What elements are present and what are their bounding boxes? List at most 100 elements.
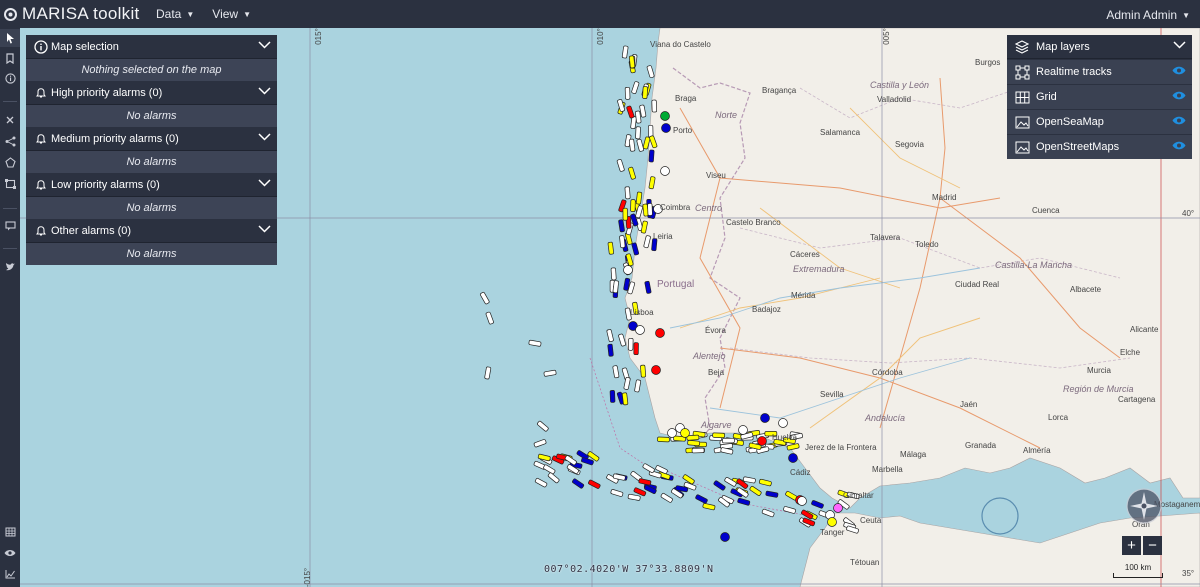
- vessel-marker-stationary[interactable]: [667, 428, 677, 438]
- eye-icon[interactable]: [1172, 91, 1186, 103]
- pointer-icon[interactable]: [0, 29, 20, 47]
- vessel-marker[interactable]: [631, 242, 640, 256]
- high-priority-alarms-header[interactable]: High priority alarms (0): [26, 81, 277, 105]
- share-icon[interactable]: [0, 132, 20, 150]
- vessel-marker[interactable]: [636, 138, 644, 152]
- vessel-marker[interactable]: [646, 65, 655, 78]
- vessel-marker[interactable]: [642, 86, 648, 99]
- vessel-marker[interactable]: [618, 219, 625, 233]
- polygon-icon[interactable]: [0, 153, 20, 171]
- vessel-marker[interactable]: [657, 436, 670, 443]
- vessel-marker-stationary[interactable]: [660, 111, 670, 121]
- chevron-down-icon[interactable]: [258, 224, 271, 236]
- close-icon[interactable]: [0, 111, 20, 129]
- chevron-down-icon[interactable]: [258, 86, 271, 98]
- bookmark-icon[interactable]: [0, 49, 20, 67]
- eye-icon[interactable]: [1172, 141, 1186, 153]
- chat-icon[interactable]: [0, 217, 20, 235]
- vessel-marker-stationary[interactable]: [757, 436, 767, 446]
- vessel-marker-stationary[interactable]: [655, 328, 665, 338]
- vessel-marker[interactable]: [786, 443, 800, 451]
- vessel-marker-stationary[interactable]: [661, 123, 671, 133]
- vessel-marker[interactable]: [783, 506, 796, 514]
- chart-icon[interactable]: [0, 565, 20, 583]
- vessel-marker-stationary[interactable]: [680, 428, 690, 438]
- vessel-marker[interactable]: [528, 339, 542, 347]
- vessel-marker-stationary[interactable]: [797, 496, 807, 506]
- vessel-marker[interactable]: [610, 489, 624, 497]
- vessel-marker[interactable]: [543, 369, 557, 377]
- info-icon[interactable]: [0, 69, 20, 87]
- vessel-marker[interactable]: [749, 485, 762, 496]
- vessel-marker[interactable]: [633, 342, 639, 356]
- vessel-marker[interactable]: [537, 420, 549, 432]
- vessel-marker[interactable]: [543, 464, 556, 475]
- vessel-marker[interactable]: [606, 329, 614, 342]
- vessel-marker[interactable]: [618, 333, 626, 347]
- vessel-marker[interactable]: [640, 220, 648, 234]
- eye-icon[interactable]: [1172, 66, 1186, 78]
- vessel-marker[interactable]: [616, 159, 625, 172]
- chevron-down-icon[interactable]: [258, 178, 271, 190]
- vessel-marker[interactable]: [484, 366, 492, 380]
- vessel-marker[interactable]: [619, 235, 626, 249]
- vessel-marker[interactable]: [630, 199, 636, 212]
- vessel-marker[interactable]: [635, 191, 643, 205]
- vessel-marker[interactable]: [695, 494, 708, 504]
- vessel-marker-stationary[interactable]: [635, 325, 645, 335]
- vessel-marker[interactable]: [758, 478, 772, 487]
- vessel-marker[interactable]: [622, 207, 628, 221]
- vessel-marker[interactable]: [643, 235, 651, 249]
- vessel-marker[interactable]: [720, 447, 734, 455]
- vessel-marker[interactable]: [534, 477, 548, 488]
- vessel-marker-stationary[interactable]: [738, 425, 748, 435]
- vessel-marker[interactable]: [640, 364, 647, 378]
- vessel-marker[interactable]: [607, 241, 614, 255]
- chevron-down-icon[interactable]: [258, 132, 271, 144]
- user-menu[interactable]: Admin Admin ▼: [1106, 8, 1190, 22]
- vessel-marker[interactable]: [628, 55, 636, 69]
- vessel-marker-stationary[interactable]: [788, 453, 798, 463]
- vessel-marker[interactable]: [713, 480, 726, 491]
- vessel-marker[interactable]: [624, 86, 631, 100]
- map-selection-header[interactable]: Map selection: [26, 35, 277, 59]
- menu-data[interactable]: Data ▼: [156, 7, 194, 21]
- eye-icon[interactable]: [0, 544, 20, 562]
- vessel-marker[interactable]: [628, 138, 636, 152]
- vessel-marker[interactable]: [647, 203, 653, 216]
- vessel-marker[interactable]: [712, 432, 726, 439]
- vessel-marker[interactable]: [742, 476, 756, 484]
- vessel-marker[interactable]: [624, 186, 631, 200]
- table-icon[interactable]: [0, 523, 20, 541]
- vessel-marker-stationary[interactable]: [827, 517, 837, 527]
- vessel-marker-stationary[interactable]: [651, 365, 661, 375]
- vessel-marker[interactable]: [485, 311, 494, 325]
- vessel-marker[interactable]: [588, 479, 601, 489]
- vessel-marker[interactable]: [642, 463, 655, 473]
- vessel-marker[interactable]: [612, 365, 620, 379]
- vessel-marker[interactable]: [811, 500, 824, 509]
- vessel-marker[interactable]: [660, 492, 673, 503]
- layer-openseamap[interactable]: OpenSeaMap: [1007, 109, 1192, 134]
- vessel-marker[interactable]: [621, 45, 629, 59]
- vessel-marker[interactable]: [722, 437, 735, 444]
- menu-view[interactable]: View ▼: [212, 7, 251, 21]
- vessel-marker-stationary[interactable]: [833, 503, 843, 513]
- vessel-marker[interactable]: [609, 390, 616, 403]
- twitter-icon[interactable]: [0, 258, 20, 276]
- medium-priority-alarms-header[interactable]: Medium priority alarms (0): [26, 127, 277, 151]
- vessel-marker[interactable]: [649, 135, 658, 149]
- vessel-marker[interactable]: [533, 439, 547, 448]
- vessel-marker[interactable]: [572, 478, 585, 489]
- chevron-down-icon[interactable]: [258, 40, 271, 52]
- vessel-marker-stationary[interactable]: [623, 265, 633, 275]
- vessel-marker[interactable]: [607, 343, 614, 357]
- layer-realtime-tracks[interactable]: Realtime tracks: [1007, 59, 1192, 84]
- layer-openstreetmaps[interactable]: OpenStreetMaps: [1007, 134, 1192, 159]
- vessel-marker[interactable]: [702, 503, 716, 511]
- chevron-down-icon[interactable]: [1173, 40, 1186, 52]
- vessel-marker[interactable]: [635, 126, 641, 140]
- vessel-marker[interactable]: [628, 166, 636, 180]
- map-layers-header[interactable]: Map layers: [1007, 35, 1192, 59]
- vessel-marker-stationary[interactable]: [720, 532, 730, 542]
